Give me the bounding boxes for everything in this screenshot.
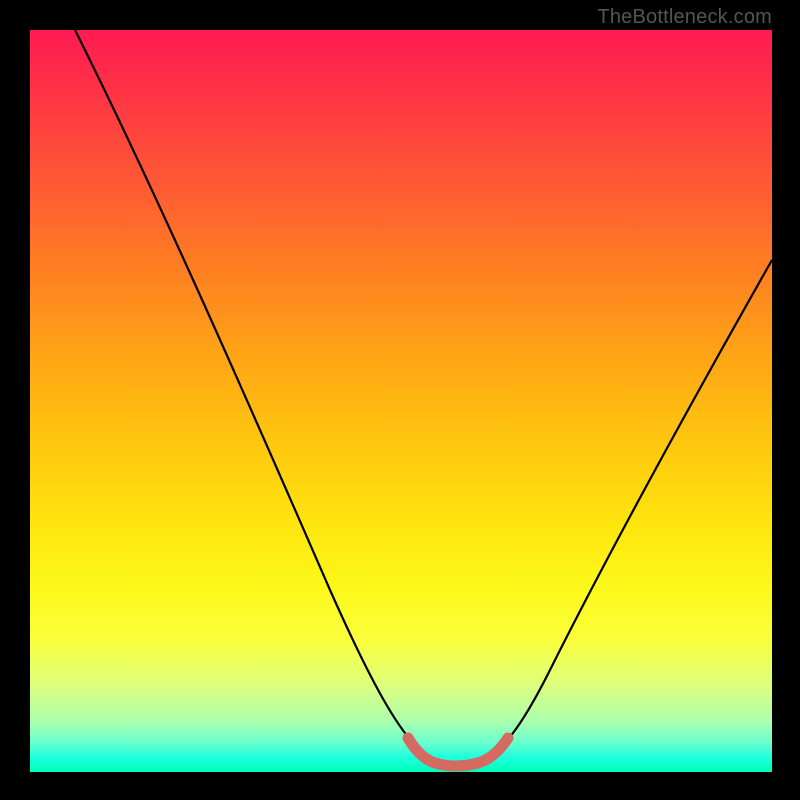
- curve-layer: [30, 30, 772, 772]
- watermark-text: TheBottleneck.com: [597, 6, 772, 29]
- chart-frame: TheBottleneck.com: [0, 0, 800, 800]
- bottleneck-curve: [75, 30, 772, 764]
- plot-area: [30, 30, 772, 772]
- optimal-floor-marker: [408, 738, 508, 766]
